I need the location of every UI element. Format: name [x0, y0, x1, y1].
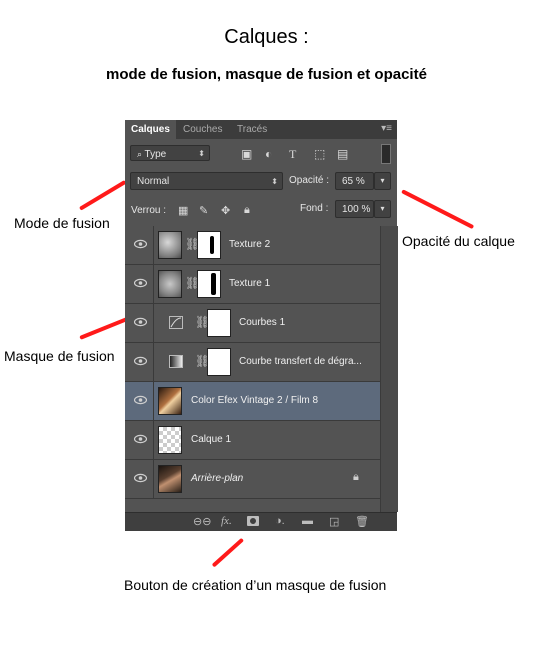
- layer-thumbnail: [158, 270, 182, 298]
- layer-name[interactable]: Color Efex Vintage 2 / Film 8: [191, 395, 318, 406]
- filter-type-select[interactable]: ⌕ Type ⬍: [130, 145, 210, 161]
- layer-name[interactable]: Texture 2: [229, 239, 270, 250]
- filter-type-icon[interactable]: T: [289, 147, 296, 162]
- panel-menu-icon[interactable]: ▾≡: [381, 123, 392, 134]
- blend-mode-select[interactable]: Normal ⬍: [130, 172, 283, 190]
- layers-scrollbar[interactable]: [380, 226, 398, 512]
- lock-all-icon[interactable]: 🔒︎: [244, 204, 250, 217]
- updown-arrows-icon: ⬍: [198, 149, 205, 158]
- adjustment-icon[interactable]: ◑.: [275, 515, 285, 527]
- lock-label: Verrou :: [131, 205, 167, 216]
- visibility-toggle[interactable]: [125, 265, 154, 303]
- layer-name[interactable]: Courbes 1: [239, 317, 285, 328]
- visibility-toggle[interactable]: [125, 226, 154, 264]
- layer-row-calque-1[interactable]: Calque 1: [125, 421, 380, 460]
- fill-label: Fond :: [300, 203, 329, 214]
- link-icon[interactable]: ⊖⊖: [193, 515, 211, 528]
- fx-icon[interactable]: fx.: [221, 515, 232, 527]
- opacity-label: Opacité :: [289, 175, 330, 186]
- filter-toggle-switch[interactable]: [381, 144, 391, 164]
- visibility-toggle[interactable]: [125, 382, 154, 420]
- new-layer-icon[interactable]: ◲: [329, 515, 339, 528]
- annotation-mask: Masque de fusion: [4, 348, 115, 364]
- layer-thumbnail: [158, 465, 182, 493]
- panel-tabs: Calques Couches Tracés ▾≡: [125, 120, 397, 139]
- add-mask-icon[interactable]: [247, 516, 259, 526]
- opacity-dropdown-button[interactable]: ▾: [374, 172, 391, 190]
- page-title: Calques :: [224, 26, 309, 48]
- gradient-map-icon: [169, 355, 183, 368]
- layer-row-curves-1[interactable]: ⛓ Courbes 1: [125, 304, 380, 343]
- arrow-mask-button: [211, 537, 245, 568]
- filter-shape-icon[interactable]: ⬚: [314, 147, 325, 161]
- layer-thumbnail: [158, 231, 182, 259]
- visibility-toggle[interactable]: [125, 343, 154, 381]
- filter-pixel-icon[interactable]: ▣: [241, 147, 252, 161]
- visibility-toggle[interactable]: [125, 304, 154, 342]
- arrow-opacity: [401, 189, 475, 230]
- tab-channels[interactable]: Couches: [177, 120, 228, 139]
- updown-arrows-icon: ⬍: [271, 177, 278, 186]
- eye-icon: [134, 473, 147, 483]
- fill-input[interactable]: 100 %: [335, 200, 374, 218]
- layers-bottom-toolbar: ⊖⊖ fx. ◑. ▬ ◲ 🗑︎: [125, 512, 397, 531]
- layer-name[interactable]: Texture 1: [229, 278, 270, 289]
- eye-icon: [134, 239, 147, 249]
- layer-mask-thumbnail[interactable]: [197, 231, 221, 259]
- eye-icon: [134, 317, 147, 327]
- eye-icon: [134, 356, 147, 366]
- filter-smart-object-icon[interactable]: ▤: [337, 147, 348, 161]
- layer-row-color-efex[interactable]: Color Efex Vintage 2 / Film 8: [125, 382, 380, 421]
- eye-icon: [134, 434, 147, 444]
- fill-dropdown-button[interactable]: ▾: [374, 200, 391, 218]
- lock-brush-icon[interactable]: ✎: [199, 204, 208, 217]
- lock-move-icon[interactable]: ✥: [221, 204, 230, 217]
- layer-list: ⛓ Texture 2 ⛓ Texture 1 ⛓ Courbes 1 ⛓ Co…: [125, 226, 397, 512]
- trash-icon[interactable]: 🗑︎: [355, 515, 369, 528]
- annotation-blend-mode: Mode de fusion: [14, 215, 110, 231]
- visibility-toggle[interactable]: [125, 460, 154, 498]
- layer-name[interactable]: Arrière-plan: [191, 473, 243, 484]
- lock-icon: 🔒︎: [353, 471, 359, 483]
- layer-row-texture-1[interactable]: ⛓ Texture 1: [125, 265, 380, 304]
- layer-mask-thumbnail[interactable]: [207, 309, 231, 337]
- layer-mask-thumbnail[interactable]: [197, 270, 221, 298]
- lock-transparency-icon[interactable]: ▦: [178, 204, 188, 217]
- layer-thumbnail: [158, 387, 182, 415]
- group-folder-icon[interactable]: ▬: [302, 515, 313, 527]
- tab-layers[interactable]: Calques: [125, 120, 176, 139]
- annotation-mask-button: Bouton de création d’un masque de fusion: [124, 577, 387, 593]
- layer-thumbnail: [158, 426, 182, 454]
- page-subtitle: mode de fusion, masque de fusion et opac…: [106, 66, 427, 83]
- curves-adjustment-icon: [169, 316, 183, 329]
- layers-panel: Calques Couches Tracés ▾≡ ⌕ Type ⬍ ▣ ◐ T…: [125, 120, 398, 531]
- visibility-toggle[interactable]: [125, 421, 154, 459]
- layer-row-background[interactable]: Arrière-plan 🔒︎: [125, 460, 380, 499]
- eye-icon: [134, 395, 147, 405]
- filter-adjustment-icon[interactable]: ◐: [265, 147, 272, 161]
- annotation-opacity: Opacité du calque: [402, 233, 515, 249]
- opacity-input[interactable]: 65 %: [335, 172, 374, 190]
- layer-row-gradient-map[interactable]: ⛓ Courbe transfert de dégra...: [125, 343, 380, 382]
- arrow-blend-mode: [78, 179, 127, 211]
- eye-icon: [134, 278, 147, 288]
- layer-row-texture-2[interactable]: ⛓ Texture 2: [125, 226, 380, 265]
- layer-mask-thumbnail[interactable]: [207, 348, 231, 376]
- layer-name[interactable]: Courbe transfert de dégra...: [239, 356, 362, 367]
- tab-paths[interactable]: Tracés: [231, 120, 273, 139]
- search-icon: ⌕: [137, 149, 145, 159]
- layer-name[interactable]: Calque 1: [191, 434, 231, 445]
